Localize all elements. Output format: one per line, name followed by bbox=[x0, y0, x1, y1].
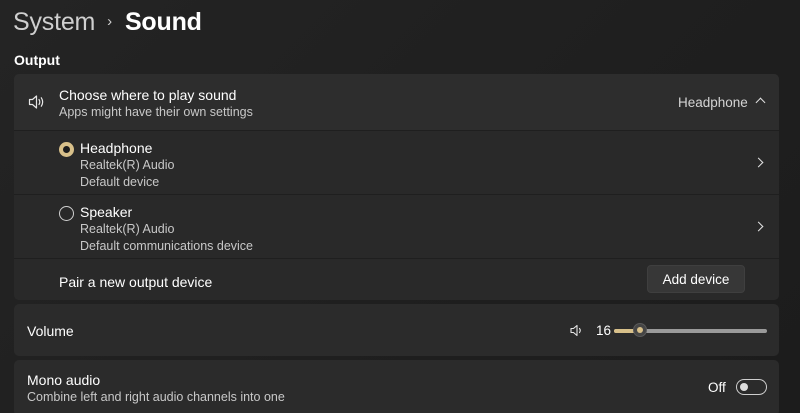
pair-device-row: Pair a new output device Add device bbox=[14, 259, 779, 300]
mono-audio-card: Mono audio Combine left and right audio … bbox=[14, 360, 779, 413]
pair-device-label: Pair a new output device bbox=[59, 274, 213, 290]
speaker-icon bbox=[28, 94, 46, 110]
volume-card: Volume 16 bbox=[14, 304, 779, 356]
headphone-radio[interactable] bbox=[59, 142, 74, 157]
device-row-speaker[interactable]: Speaker Realtek(R) Audio Default communi… bbox=[14, 195, 779, 258]
volume-label: Volume bbox=[27, 323, 74, 339]
mono-audio-subtitle: Combine left and right audio channels in… bbox=[27, 390, 285, 404]
output-section-label: Output bbox=[14, 52, 60, 68]
choose-output-expander[interactable]: Choose where to play sound Apps might ha… bbox=[14, 74, 779, 130]
device-name: Speaker bbox=[80, 204, 133, 220]
device-row-headphone[interactable]: Headphone Realtek(R) Audio Default devic… bbox=[14, 131, 779, 194]
choose-output-title: Choose where to play sound bbox=[59, 87, 237, 103]
choose-output-subtitle: Apps might have their own settings bbox=[59, 105, 253, 119]
device-name: Headphone bbox=[80, 140, 153, 156]
page-title: Sound bbox=[124, 7, 202, 36]
breadcrumb-system-link[interactable]: System bbox=[13, 8, 95, 37]
chevron-right-icon[interactable] bbox=[753, 221, 764, 232]
toggle-knob bbox=[740, 383, 748, 391]
chevron-right-icon[interactable] bbox=[753, 157, 764, 168]
device-role: Default device bbox=[80, 175, 160, 189]
selected-output-value: Headphone bbox=[678, 95, 748, 110]
mono-audio-toggle[interactable] bbox=[736, 379, 767, 395]
breadcrumb-separator: › bbox=[107, 12, 112, 30]
breadcrumb: System › Sound bbox=[13, 5, 202, 39]
mono-audio-state-label: Off bbox=[708, 380, 726, 395]
output-card: Choose where to play sound Apps might ha… bbox=[14, 74, 779, 300]
speaker-radio[interactable] bbox=[59, 206, 74, 221]
device-driver: Realtek(R) Audio bbox=[80, 158, 175, 172]
chevron-up-icon[interactable] bbox=[755, 97, 766, 108]
device-driver: Realtek(R) Audio bbox=[80, 222, 175, 236]
volume-slider[interactable] bbox=[614, 321, 767, 339]
volume-icon[interactable] bbox=[570, 324, 585, 337]
volume-value: 16 bbox=[596, 323, 612, 338]
mono-audio-title: Mono audio bbox=[27, 372, 101, 388]
volume-slider-thumb[interactable] bbox=[633, 323, 648, 337]
device-role: Default communications device bbox=[80, 239, 253, 253]
add-device-button[interactable]: Add device bbox=[647, 265, 745, 293]
